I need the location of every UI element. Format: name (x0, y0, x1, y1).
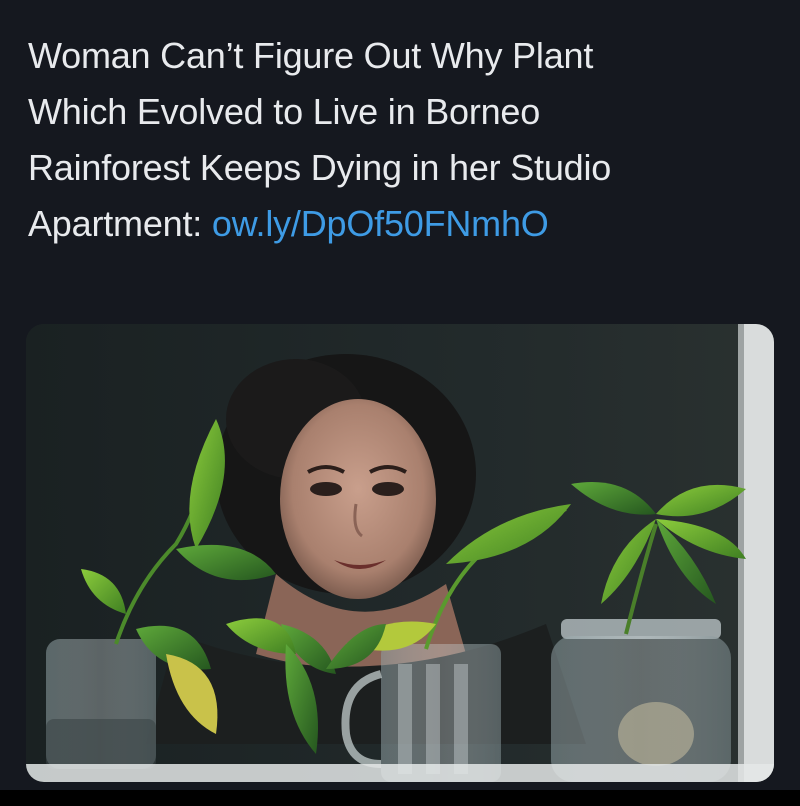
jar-right (551, 619, 731, 782)
tweet-text-line-1: Woman Can’t Figure Out Why Plant (28, 35, 594, 76)
face (280, 399, 436, 599)
tweet-text-line-4-prefix: Apartment: (28, 203, 212, 244)
right-eye (372, 482, 404, 496)
tweet-text-line-3: Rainforest Keeps Dying in her Studio (28, 147, 612, 188)
left-eye (310, 482, 342, 496)
tweet-text-line-2: Which Evolved to Live in Borneo (28, 91, 541, 132)
tweet-text-line-4: Apartment: ow.ly/DpOf50FNmhO (28, 196, 768, 252)
tweet-card: Woman Can’t Figure Out Why Plant Which E… (0, 0, 800, 806)
window-frame (744, 324, 774, 782)
tweet-link[interactable]: ow.ly/DpOf50FNmhO (212, 203, 549, 244)
shelf (26, 764, 774, 782)
jar-left (46, 639, 156, 769)
photo-illustration (26, 324, 774, 782)
bottom-edge (0, 790, 800, 806)
tweet-photo[interactable] (26, 324, 774, 782)
tweet-text: Woman Can’t Figure Out Why Plant Which E… (28, 28, 768, 252)
